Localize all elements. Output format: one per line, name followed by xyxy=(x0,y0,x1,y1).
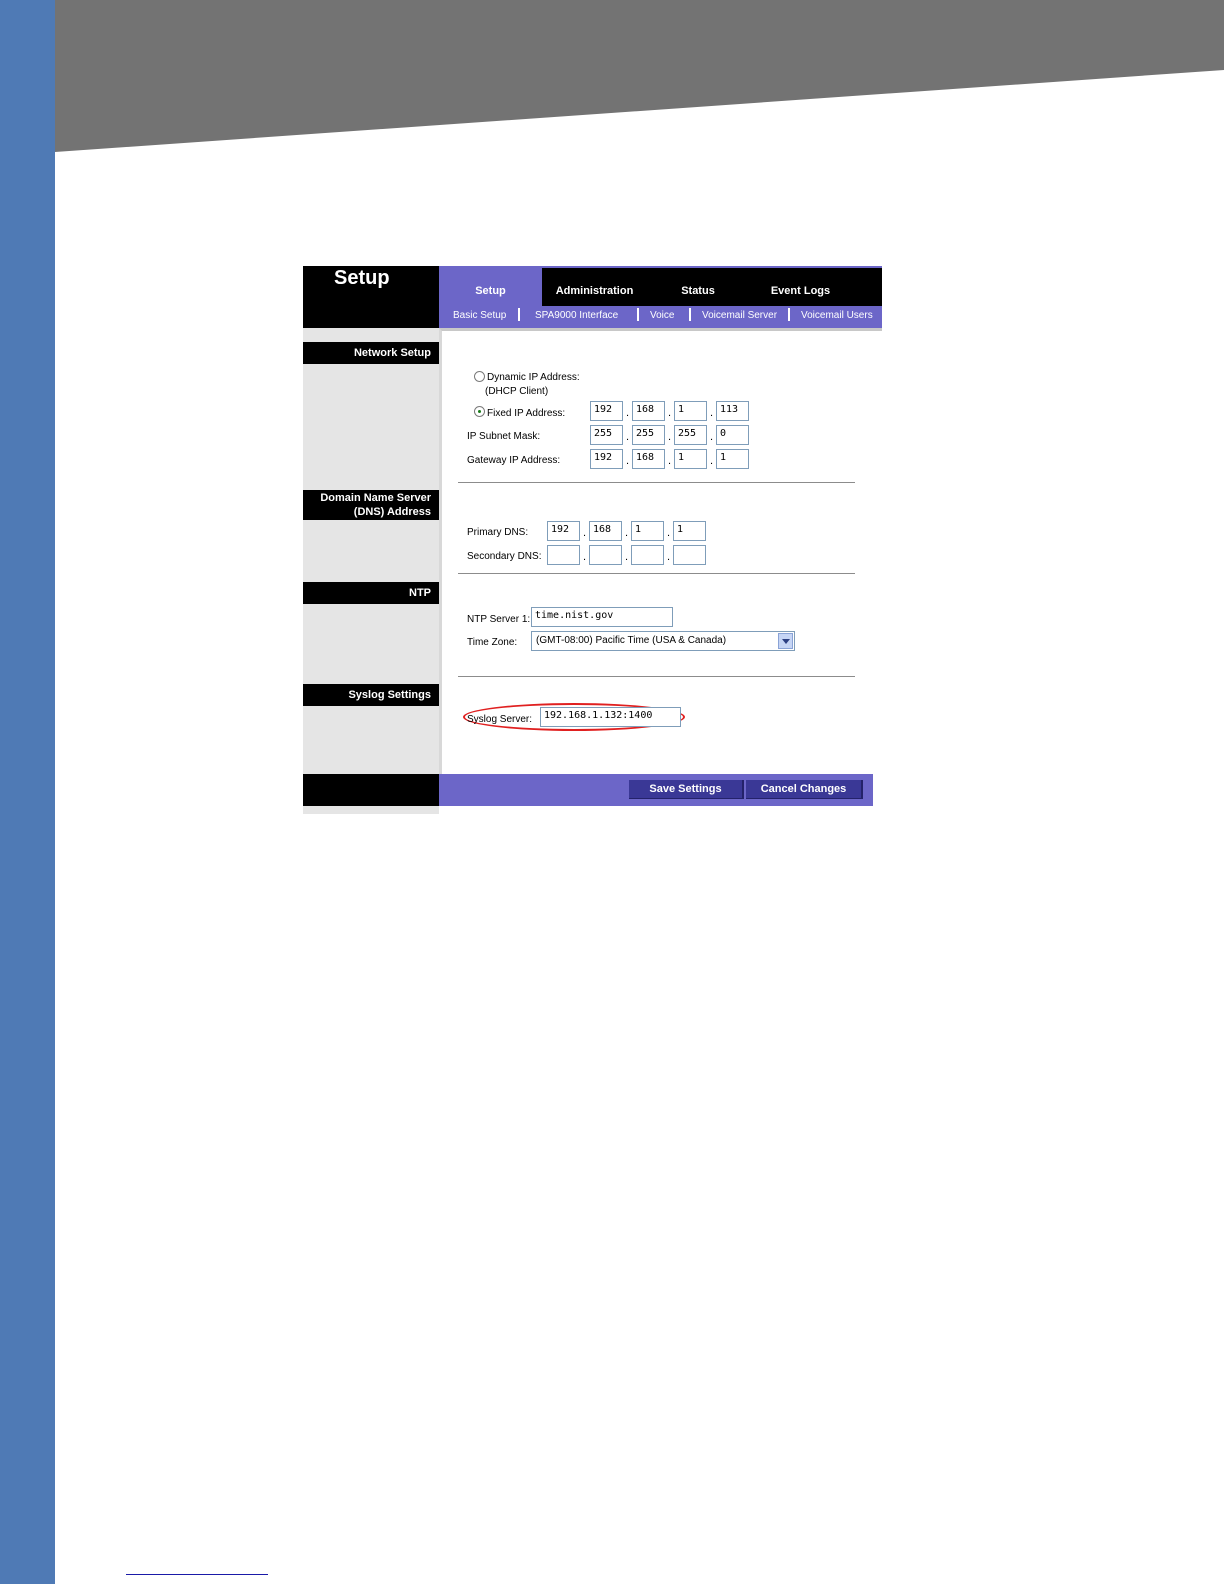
ip-dot: . xyxy=(626,455,630,467)
subnav-basic-setup[interactable]: Basic Setup xyxy=(453,310,506,321)
gateway-label: Gateway IP Address: xyxy=(467,455,561,466)
section-syslog-label: Syslog Settings xyxy=(348,689,431,701)
syslog-server-input[interactable]: 192.168.1.132:1400 xyxy=(540,707,681,727)
ip-dot: . xyxy=(625,551,629,563)
router-setup-screenshot: Setup Setup Administration Status Event … xyxy=(303,266,882,814)
subnav-voicemail-users[interactable]: Voicemail Users xyxy=(801,310,873,321)
tab-administration[interactable]: Administration xyxy=(542,268,647,306)
dynamic-ip-radio[interactable] xyxy=(474,371,485,382)
subnet-octet-3[interactable]: 255 xyxy=(674,425,707,445)
subnav-separator xyxy=(637,308,639,321)
primary-dns-octet-1[interactable]: 192 xyxy=(547,521,580,541)
time-zone-label: Time Zone: xyxy=(467,637,518,648)
subnav-voicemail-server[interactable]: Voicemail Server xyxy=(702,310,777,321)
dynamic-ip-sublabel: (DHCP Client) xyxy=(485,386,549,397)
bottom-left-bar xyxy=(303,774,439,806)
primary-dns-octet-3[interactable]: 1 xyxy=(631,521,664,541)
section-divider xyxy=(458,482,855,483)
subnet-octet-1[interactable]: 255 xyxy=(590,425,623,445)
fixed-ip-octet-3[interactable]: 1 xyxy=(674,401,707,421)
radio-selected-dot xyxy=(478,410,481,413)
section-divider xyxy=(458,573,855,574)
ip-dot: . xyxy=(710,455,714,467)
subnet-mask-label: IP Subnet Mask: xyxy=(467,431,541,442)
section-ntp-label: NTP xyxy=(409,587,431,599)
secondary-dns-octet-2[interactable] xyxy=(589,545,622,565)
secondary-dns-octet-4[interactable] xyxy=(673,545,706,565)
ip-dot: . xyxy=(710,431,714,443)
section-network-setup-label: Network Setup xyxy=(353,347,431,359)
ntp-server-label: NTP Server 1: xyxy=(467,614,531,625)
time-zone-value: (GMT-08:00) Pacific Time (USA & Canada) xyxy=(536,635,727,646)
section-dns: Domain Name Server (DNS) Address xyxy=(303,490,439,520)
fixed-ip-octet-4[interactable]: 113 xyxy=(716,401,749,421)
chevron-down-icon[interactable] xyxy=(778,633,793,649)
subnet-octet-2[interactable]: 255 xyxy=(632,425,665,445)
dynamic-ip-label: Dynamic IP Address: xyxy=(487,372,580,383)
ip-dot: . xyxy=(667,551,671,563)
secondary-dns-octet-3[interactable] xyxy=(631,545,664,565)
primary-dns-octet-4[interactable]: 1 xyxy=(673,521,706,541)
gateway-octet-3[interactable]: 1 xyxy=(674,449,707,469)
subnav-separator xyxy=(788,308,790,321)
sub-navigation: Basic Setup SPA9000 Interface Voice Voic… xyxy=(439,306,882,328)
ip-dot: . xyxy=(668,431,672,443)
section-divider xyxy=(458,676,855,677)
subnav-spa9000-interface[interactable]: SPA9000 Interface xyxy=(535,310,618,321)
fixed-ip-octet-2[interactable]: 168 xyxy=(632,401,665,421)
subnet-octet-4[interactable]: 0 xyxy=(716,425,749,445)
ip-dot: . xyxy=(668,407,672,419)
settings-form: Dynamic IP Address: (DHCP Client) Fixed … xyxy=(439,328,882,774)
brand-box: Setup xyxy=(303,266,439,328)
action-bar: Save Settings Cancel Changes xyxy=(439,774,873,806)
subnav-voice[interactable]: Voice xyxy=(650,310,674,321)
ntp-server-input[interactable]: time.nist.gov xyxy=(531,607,673,627)
ip-dot: . xyxy=(583,527,587,539)
secondary-dns-octet-1[interactable] xyxy=(547,545,580,565)
subnav-separator xyxy=(689,308,691,321)
section-dns-label-line1: Domain Name Server xyxy=(320,492,431,504)
section-dns-label-line2: (DNS) Address xyxy=(353,506,431,518)
gateway-octet-1[interactable]: 192 xyxy=(590,449,623,469)
ip-dot: . xyxy=(583,551,587,563)
tab-setup[interactable]: Setup xyxy=(439,268,542,306)
primary-dns-label: Primary DNS: xyxy=(467,527,529,538)
ip-dot: . xyxy=(667,527,671,539)
gateway-octet-2[interactable]: 168 xyxy=(632,449,665,469)
cancel-changes-button[interactable]: Cancel Changes xyxy=(746,780,863,799)
fixed-ip-octet-1[interactable]: 192 xyxy=(590,401,623,421)
syslog-server-label: Syslog Server: xyxy=(467,714,533,725)
subnav-separator xyxy=(518,308,520,321)
page-title: Setup xyxy=(334,267,390,289)
ip-dot: . xyxy=(626,431,630,443)
page-header-banner xyxy=(55,0,1224,152)
main-tab-bar: Setup Administration Status Event Logs xyxy=(439,266,882,306)
footer-link-underline xyxy=(126,1574,268,1575)
save-settings-button[interactable]: Save Settings xyxy=(629,780,744,799)
ip-dot: . xyxy=(710,407,714,419)
primary-dns-octet-2[interactable]: 168 xyxy=(589,521,622,541)
fixed-ip-label: Fixed IP Address: xyxy=(487,408,566,419)
ip-dot: . xyxy=(668,455,672,467)
gateway-octet-4[interactable]: 1 xyxy=(716,449,749,469)
section-syslog: Syslog Settings xyxy=(303,684,439,706)
section-ntp: NTP xyxy=(303,582,439,604)
ip-dot: . xyxy=(625,527,629,539)
ip-dot: . xyxy=(626,407,630,419)
fixed-ip-radio[interactable] xyxy=(474,406,485,417)
section-network-setup: Network Setup xyxy=(303,342,439,364)
tab-status[interactable]: Status xyxy=(647,268,749,306)
secondary-dns-label: Secondary DNS: xyxy=(467,551,542,562)
tab-event-logs[interactable]: Event Logs xyxy=(749,268,852,306)
time-zone-select[interactable]: (GMT-08:00) Pacific Time (USA & Canada) xyxy=(531,631,795,651)
page-left-bar xyxy=(0,0,55,1584)
